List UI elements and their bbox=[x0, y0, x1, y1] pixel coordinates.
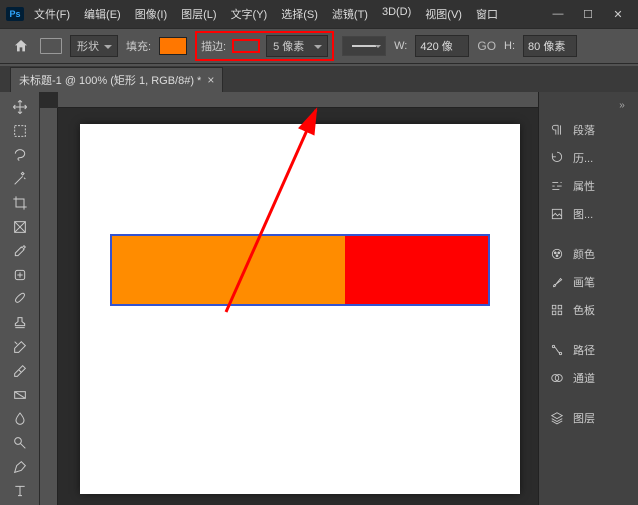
panel-properties[interactable]: 属性 bbox=[539, 172, 638, 200]
tools-panel bbox=[0, 92, 40, 505]
panel-paths[interactable]: 路径 bbox=[539, 336, 638, 364]
width-label: W: bbox=[394, 40, 407, 52]
shape-fill-red bbox=[345, 236, 488, 304]
panel-libraries[interactable]: 图... bbox=[539, 200, 638, 228]
lasso-tool[interactable] bbox=[6, 144, 34, 166]
move-tool[interactable] bbox=[6, 96, 34, 118]
menu-filter[interactable]: 滤镜(T) bbox=[332, 6, 368, 22]
menu-window[interactable]: 窗口 bbox=[476, 6, 498, 22]
ruler-horizontal bbox=[58, 92, 538, 108]
history-brush-tool[interactable] bbox=[6, 336, 34, 358]
menu-type[interactable]: 文字(Y) bbox=[231, 6, 268, 22]
panel-layers[interactable]: 图层 bbox=[539, 404, 638, 432]
panel-channels[interactable]: 通道 bbox=[539, 364, 638, 392]
ruler-vertical bbox=[40, 108, 58, 505]
stroke-style-select[interactable] bbox=[342, 36, 386, 56]
menu-view[interactable]: 视图(V) bbox=[425, 6, 462, 22]
stroke-width-input[interactable]: 5 像素 bbox=[266, 35, 328, 57]
close-button[interactable]: ✕ bbox=[604, 5, 632, 23]
menu-edit[interactable]: 编辑(E) bbox=[84, 6, 121, 22]
tab-title: 未标题-1 @ 100% (矩形 1, RGB/8#) * bbox=[19, 72, 201, 88]
width-input[interactable] bbox=[415, 35, 469, 57]
app-icon: Ps bbox=[6, 7, 24, 21]
document-tab[interactable]: 未标题-1 @ 100% (矩形 1, RGB/8#) * × bbox=[10, 67, 223, 92]
home-button[interactable] bbox=[10, 35, 32, 57]
collapse-panels-icon[interactable]: » bbox=[612, 98, 632, 112]
dodge-tool[interactable] bbox=[6, 432, 34, 454]
fill-label: 填充: bbox=[126, 38, 151, 54]
brush-tool[interactable] bbox=[6, 288, 34, 310]
crop-tool[interactable] bbox=[6, 192, 34, 214]
shape-fill-orange bbox=[112, 236, 345, 304]
panel-brushes[interactable]: 画笔 bbox=[539, 268, 638, 296]
menu-image[interactable]: 图像(I) bbox=[135, 6, 167, 22]
menu-file[interactable]: 文件(F) bbox=[34, 6, 70, 22]
wand-tool[interactable] bbox=[6, 168, 34, 190]
panels-dock: » 段落 历... 属性 图... 颜色 画笔 色板 路径 通道 图层 bbox=[538, 92, 638, 505]
panel-color[interactable]: 颜色 bbox=[539, 240, 638, 268]
fill-swatch[interactable] bbox=[159, 37, 187, 55]
tab-close-icon[interactable]: × bbox=[207, 73, 214, 87]
type-tool[interactable] bbox=[6, 480, 34, 502]
maximize-button[interactable]: ☐ bbox=[574, 5, 602, 23]
menu-layer[interactable]: 图层(L) bbox=[181, 6, 216, 22]
tool-mode-select[interactable]: 形状 bbox=[70, 35, 118, 57]
rectangle-shape[interactable] bbox=[110, 234, 490, 306]
document-canvas[interactable] bbox=[80, 124, 520, 494]
gradient-tool[interactable] bbox=[6, 384, 34, 406]
link-wh-icon[interactable]: GO bbox=[477, 39, 496, 53]
menu-select[interactable]: 选择(S) bbox=[281, 6, 318, 22]
panel-swatches[interactable]: 色板 bbox=[539, 296, 638, 324]
eyedropper-tool[interactable] bbox=[6, 240, 34, 262]
tool-preset-icon[interactable] bbox=[40, 38, 62, 54]
stroke-label: 描边: bbox=[201, 38, 226, 54]
frame-tool[interactable] bbox=[6, 216, 34, 238]
stroke-highlight-box: 描边: 5 像素 bbox=[195, 31, 334, 61]
blur-tool[interactable] bbox=[6, 408, 34, 430]
heal-tool[interactable] bbox=[6, 264, 34, 286]
panel-paragraph[interactable]: 段落 bbox=[539, 116, 638, 144]
canvas-area[interactable] bbox=[40, 92, 538, 505]
stroke-swatch[interactable] bbox=[232, 39, 260, 53]
menu-3d[interactable]: 3D(D) bbox=[382, 6, 411, 22]
height-label: H: bbox=[504, 40, 515, 52]
stamp-tool[interactable] bbox=[6, 312, 34, 334]
minimize-button[interactable]: ― bbox=[544, 5, 572, 23]
pen-tool[interactable] bbox=[6, 456, 34, 478]
eraser-tool[interactable] bbox=[6, 360, 34, 382]
height-input[interactable] bbox=[523, 35, 577, 57]
panel-history[interactable]: 历... bbox=[539, 144, 638, 172]
marquee-tool[interactable] bbox=[6, 120, 34, 142]
